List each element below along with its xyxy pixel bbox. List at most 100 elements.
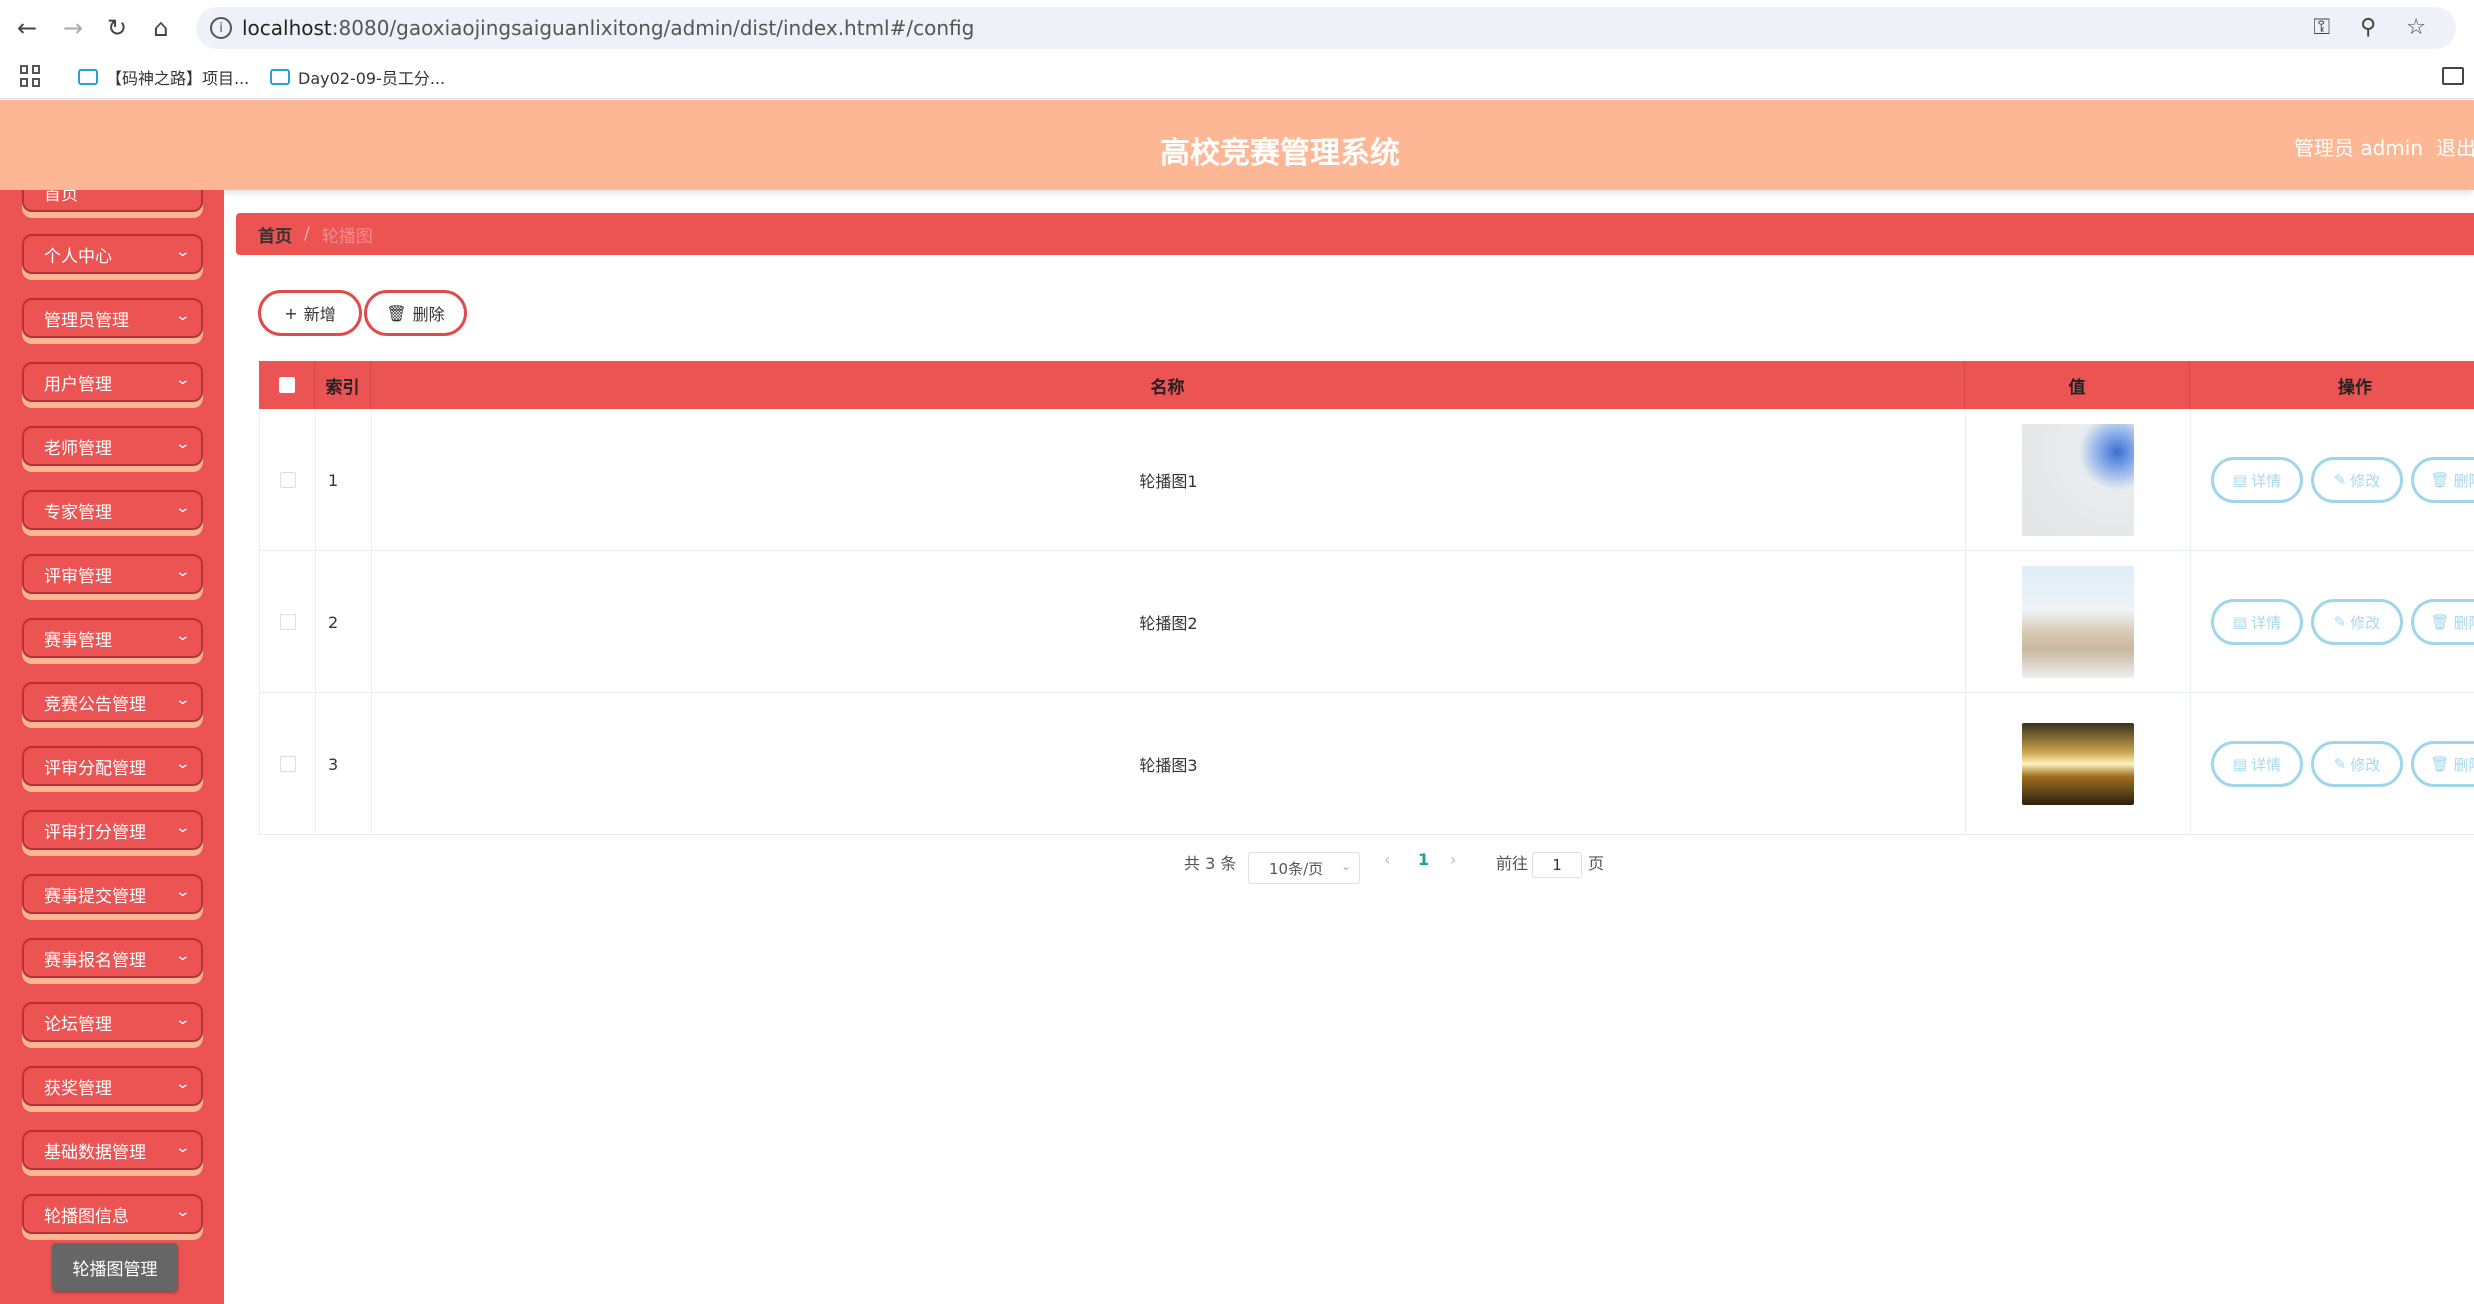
row-name: 轮播图2 [372, 551, 1966, 693]
sidebar-item-label: 获奖管理 [44, 1078, 112, 1099]
sidebar-item-teachers[interactable]: 老师管理 ⌄ [22, 426, 203, 466]
sidebar-item-events[interactable]: 赛事管理 ⌄ [22, 618, 203, 658]
folder-icon[interactable] [2442, 67, 2464, 85]
delete-button[interactable]: 🗑删除 [2411, 599, 2474, 645]
chevron-down-icon: ⌄ [174, 308, 192, 324]
delete-button-label: 删除 [412, 305, 445, 324]
chevron-down-icon: ⌄ [174, 564, 192, 580]
pencil-icon: ✎ [2333, 471, 2347, 489]
select-all-cell [259, 361, 315, 409]
edit-button[interactable]: ✎ 修改 [2311, 457, 2403, 503]
page-number-current[interactable]: 1 [1418, 850, 1429, 869]
sidebar-item-label: 论坛管理 [44, 1014, 112, 1035]
add-button[interactable]: + 新增 [258, 290, 362, 336]
detail-button[interactable]: ▤ 详情 [2211, 457, 2303, 503]
delete-label: 删除 [2453, 613, 2474, 632]
next-page-icon[interactable]: › [1450, 850, 1456, 869]
sidebar-item-label: 老师管理 [44, 438, 112, 459]
sidebar-item-registrations[interactable]: 赛事报名管理 ⌄ [22, 938, 203, 978]
chevron-down-icon: ⌄ [174, 244, 192, 260]
trash-icon: 🗑 [2430, 613, 2450, 631]
edit-button[interactable]: ✎ 修改 [2311, 599, 2403, 645]
chevron-down-icon: ⌄ [1340, 859, 1351, 873]
sidebar-menu: 首页 个人中心 ⌄ 管理员管理 ⌄ 用户管理 ⌄ 老师管理 ⌄ 专家管理 ⌄ 评审管理 ⌄ … [0, 190, 224, 1304]
sidebar-item-reviews[interactable]: 评审管理 ⌄ [22, 554, 203, 594]
edit-button[interactable]: ✎ 修改 [2311, 741, 2403, 787]
browser-toolbar: ← → ↻ ⌂ i localhost:8080/gaoxiaojingsaig… [0, 0, 2474, 55]
page-size-value: 10条/页 [1269, 859, 1324, 878]
detail-button[interactable]: ▤ 详情 [2211, 741, 2303, 787]
sidebar-item-announcements[interactable]: 竞赛公告管理 ⌄ [22, 682, 203, 722]
back-icon[interactable]: ← [10, 11, 44, 45]
sidebar-item-profile[interactable]: 个人中心 ⌄ [22, 234, 203, 274]
url-host: localhost [242, 16, 332, 40]
row-checkbox[interactable] [279, 756, 296, 772]
sidebar-item-label: 首页 [44, 190, 78, 205]
zoom-icon[interactable]: ⚲ [2360, 15, 2376, 40]
sidebar-item-base-data[interactable]: 基础数据管理 ⌄ [22, 1130, 203, 1170]
breadcrumb-home[interactable]: 首页 [258, 222, 292, 247]
key-icon[interactable]: ⚿ [2313, 15, 2330, 40]
sidebar-item-awards[interactable]: 获奖管理 ⌄ [22, 1066, 203, 1106]
address-bar[interactable]: i localhost:8080/gaoxiaojingsaiguanlixit… [196, 7, 2456, 49]
breadcrumb-current: 轮播图 [321, 226, 373, 247]
bookmark-item[interactable]: 【码神之路】项目... [78, 65, 249, 89]
edit-label: 修改 [2350, 755, 2381, 774]
batch-delete-button[interactable]: 🗑 删除 [364, 290, 467, 336]
sidebar-item-users[interactable]: 用户管理 ⌄ [22, 362, 203, 402]
sidebar-item-forum[interactable]: 论坛管理 ⌄ [22, 1002, 203, 1042]
carousel-thumbnail[interactable] [2022, 723, 2134, 805]
carousel-thumbnail[interactable] [2022, 424, 2134, 536]
bookmark-label: Day02-09-员工分... [298, 69, 446, 88]
row-checkbox-cell [260, 551, 316, 693]
bilibili-icon [270, 69, 290, 85]
row-checkbox[interactable] [279, 472, 296, 488]
row-value [1966, 693, 2191, 835]
chevron-down-icon: ⌄ [174, 756, 192, 772]
sidebar-item-label: 用户管理 [44, 374, 112, 395]
select-all-checkbox[interactable] [278, 377, 295, 393]
star-icon[interactable]: ☆ [2406, 15, 2426, 40]
chevron-down-icon: ⌄ [174, 884, 192, 900]
breadcrumb-separator: / [304, 224, 310, 244]
chevron-down-icon: ⌄ [174, 1140, 192, 1156]
row-name: 轮播图1 [372, 409, 1966, 551]
bookmarks-bar: 【码神之路】项目... Day02-09-员工分... [0, 55, 2474, 99]
detail-button[interactable]: ▤ 详情 [2211, 599, 2303, 645]
reload-icon[interactable]: ↻ [100, 11, 134, 45]
chevron-down-icon: ⌄ [174, 1012, 192, 1028]
apps-grid-icon[interactable] [20, 65, 42, 87]
prev-page-icon[interactable]: ‹ [1384, 850, 1390, 869]
document-icon: ▤ [2232, 471, 2248, 489]
sidebar-item-label: 轮播图信息 [44, 1206, 129, 1227]
sidebar-item-review-scoring[interactable]: 评审打分管理 ⌄ [22, 810, 203, 850]
plus-icon: + [284, 303, 298, 323]
row-ops: ▤详情 ✎修改 🗑删除 [2191, 551, 2474, 693]
delete-button[interactable]: 🗑删除 [2411, 457, 2474, 503]
sidebar-item-experts[interactable]: 专家管理 ⌄ [22, 490, 203, 530]
chevron-down-icon: ⌄ [174, 820, 192, 836]
goto-page-input[interactable]: 1 [1532, 852, 1582, 878]
sidebar-item-label: 竞赛公告管理 [44, 694, 146, 715]
logout-link[interactable]: 退出 [2436, 132, 2474, 161]
delete-label: 删除 [2453, 755, 2474, 774]
bookmark-item[interactable]: Day02-09-员工分... [270, 65, 445, 89]
page-size-select[interactable]: 10条/页 ⌄ [1248, 852, 1360, 884]
trash-icon: 🗑 [2430, 755, 2450, 773]
forward-icon[interactable]: → [56, 11, 90, 45]
carousel-thumbnail[interactable] [2022, 566, 2134, 678]
row-checkbox[interactable] [279, 614, 296, 630]
sidebar-item-submissions[interactable]: 赛事提交管理 ⌄ [22, 874, 203, 914]
sidebar-item-label: 专家管理 [44, 502, 112, 523]
delete-button[interactable]: 🗑删除 [2411, 741, 2474, 787]
sidebar-subitem-carousel-management[interactable]: 轮播图管理 [52, 1243, 178, 1291]
sidebar-item-home[interactable]: 首页 [22, 190, 203, 212]
sidebar-item-review-assignment[interactable]: 评审分配管理 ⌄ [22, 746, 203, 786]
sidebar-item-carousel[interactable]: 轮播图信息 ⌄ [22, 1194, 203, 1234]
site-info-icon[interactable]: i [210, 17, 232, 39]
app-header: 高校竞赛管理系统 管理员 admin 退出 [0, 100, 2474, 190]
sidebar-item-label: 评审分配管理 [44, 758, 146, 779]
home-icon[interactable]: ⌂ [144, 11, 178, 45]
page-suffix: 页 [1588, 854, 1605, 873]
sidebar-item-admins[interactable]: 管理员管理 ⌄ [22, 298, 203, 338]
